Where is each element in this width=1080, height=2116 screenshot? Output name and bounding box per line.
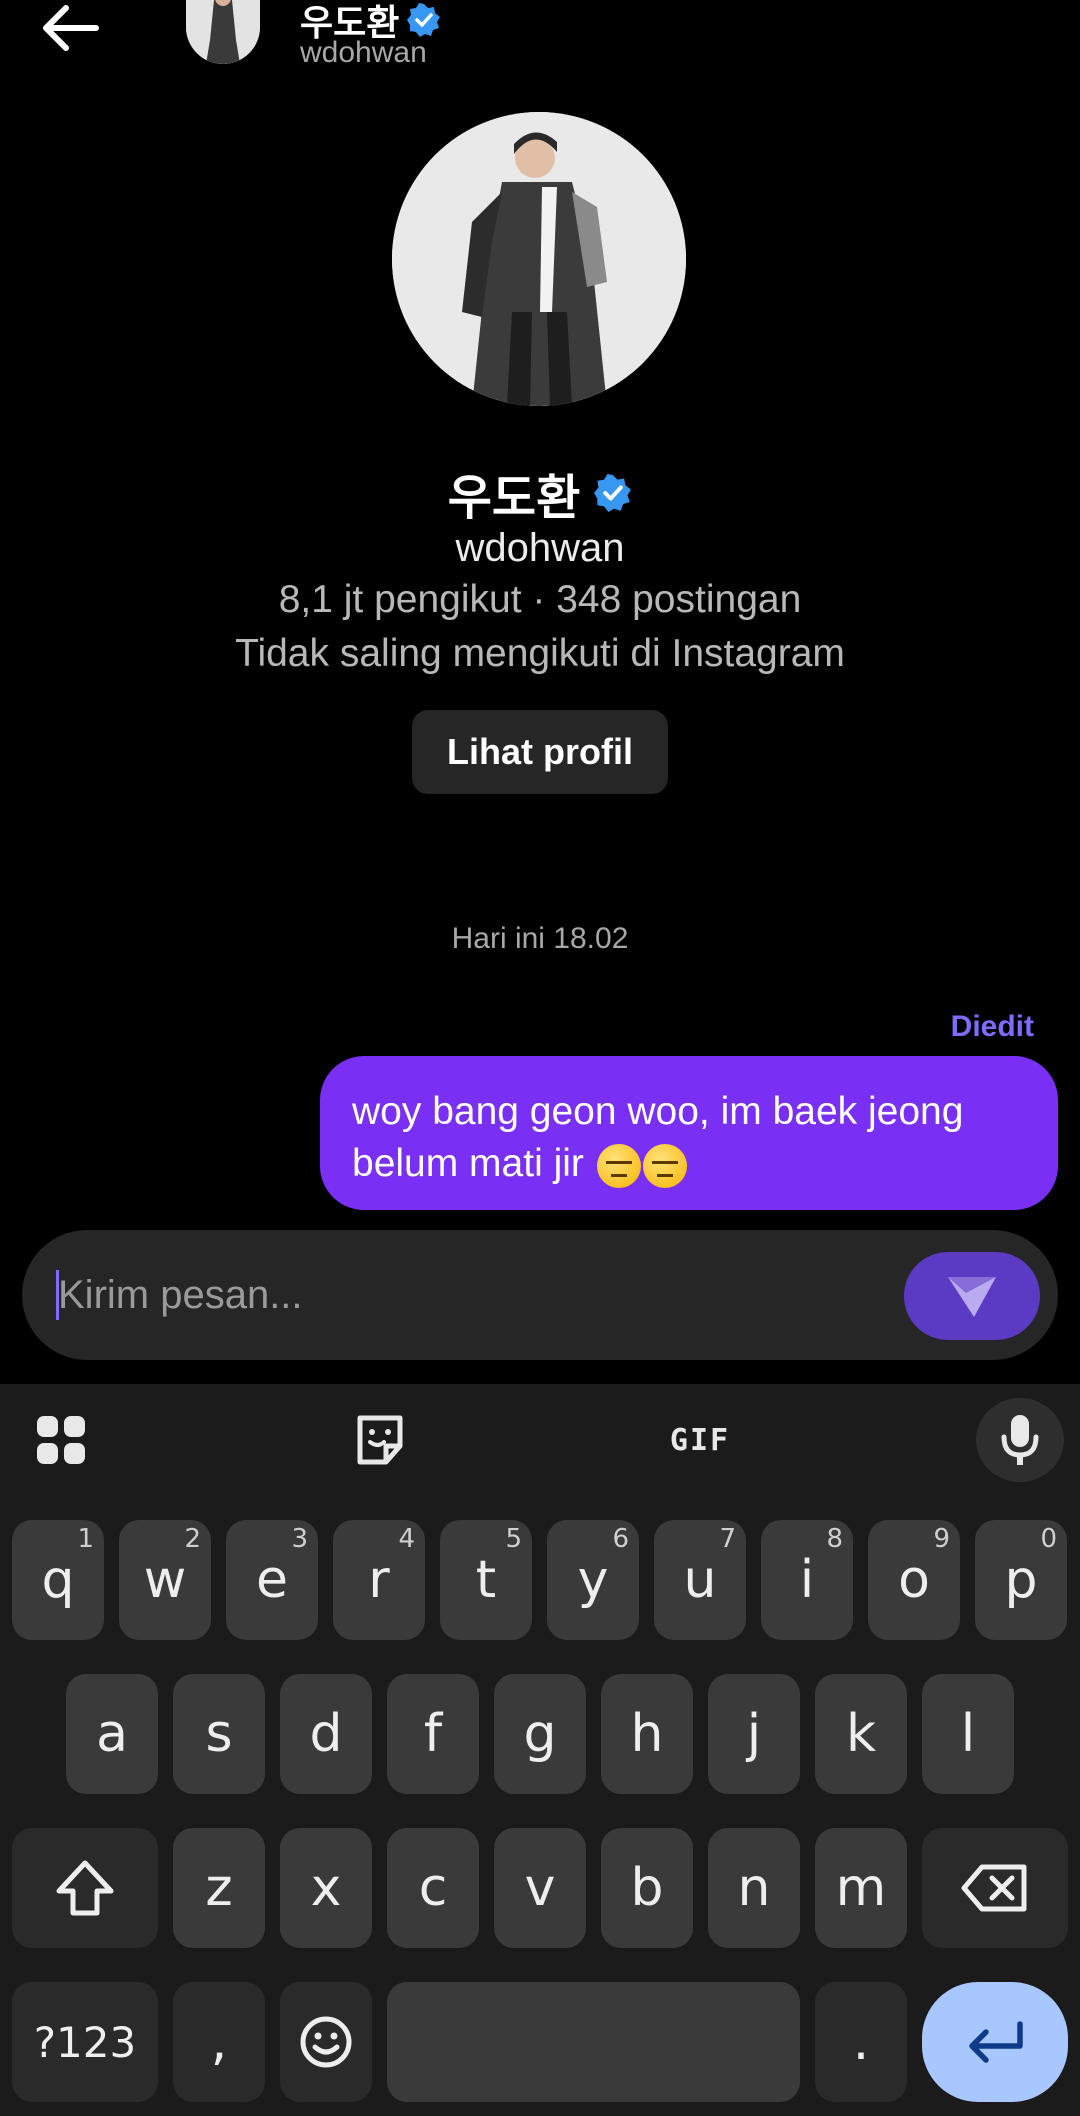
on-screen-keyboard: GIF q1 w2 e3 r4 t5 y6 u7 i8 o9 p0 a s d … bbox=[0, 1384, 1080, 2116]
profile-stats: 8,1 jt pengikut · 348 postingan bbox=[278, 578, 802, 621]
message-input[interactable] bbox=[58, 1264, 878, 1326]
profile-name: 우도환 bbox=[447, 470, 581, 526]
period-key[interactable]: . bbox=[815, 1982, 907, 2102]
space-bar[interactable] bbox=[387, 1982, 800, 2102]
edited-label[interactable]: Diedit bbox=[951, 1010, 1034, 1044]
enter-arrow-icon bbox=[969, 2021, 1023, 2063]
chat-header: 우도환 wdohwan bbox=[0, 0, 1080, 80]
back-arrow-icon bbox=[43, 5, 99, 51]
voice-input-button[interactable] bbox=[976, 1398, 1064, 1482]
key-p[interactable]: p0 bbox=[975, 1520, 1067, 1640]
apps-grid-icon bbox=[37, 1416, 85, 1464]
sticker-button[interactable] bbox=[344, 1398, 416, 1482]
key-m[interactable]: m bbox=[815, 1828, 907, 1948]
key-u[interactable]: u7 bbox=[654, 1520, 746, 1640]
key-x[interactable]: x bbox=[280, 1828, 372, 1948]
symbols-key[interactable]: ?123 bbox=[12, 1982, 158, 2102]
key-c[interactable]: c bbox=[387, 1828, 479, 1948]
gif-button[interactable]: GIF bbox=[650, 1398, 750, 1482]
microphone-icon bbox=[1001, 1415, 1039, 1465]
gif-label: GIF bbox=[669, 1422, 731, 1458]
key-s[interactable]: s bbox=[173, 1674, 265, 1794]
key-t[interactable]: t5 bbox=[440, 1520, 532, 1640]
send-icon bbox=[948, 1277, 996, 1317]
key-h[interactable]: h bbox=[601, 1674, 693, 1794]
comma-key[interactable]: , bbox=[173, 1982, 265, 2102]
key-l[interactable]: l bbox=[922, 1674, 1014, 1794]
shift-key[interactable] bbox=[12, 1828, 158, 1948]
key-f[interactable]: f bbox=[387, 1674, 479, 1794]
key-b[interactable]: b bbox=[601, 1828, 693, 1948]
header-avatar[interactable] bbox=[186, 0, 260, 64]
shift-arrow-icon bbox=[56, 1860, 114, 1916]
sticker-icon bbox=[357, 1415, 403, 1465]
key-d[interactable]: d bbox=[280, 1674, 372, 1794]
key-z[interactable]: z bbox=[173, 1828, 265, 1948]
profile-name-row: 우도환 bbox=[0, 458, 1080, 528]
mutual-follow-status: Tidak saling mengikuti di Instagram bbox=[235, 632, 845, 675]
key-v[interactable]: v bbox=[494, 1828, 586, 1948]
enter-key[interactable] bbox=[922, 1982, 1068, 2102]
verified-badge-icon bbox=[407, 3, 441, 37]
smiley-icon bbox=[300, 2016, 352, 2068]
downcast-sweat-emoji-icon bbox=[596, 1143, 641, 1188]
back-button[interactable] bbox=[38, 0, 108, 56]
backspace-key[interactable] bbox=[922, 1828, 1068, 1948]
apps-grid-button[interactable] bbox=[26, 1398, 96, 1482]
key-j[interactable]: j bbox=[708, 1674, 800, 1794]
key-y[interactable]: y6 bbox=[547, 1520, 639, 1640]
key-r[interactable]: r4 bbox=[333, 1520, 425, 1640]
key-i[interactable]: i8 bbox=[761, 1520, 853, 1640]
keyboard-toolbar: GIF bbox=[0, 1384, 1080, 1496]
key-k[interactable]: k bbox=[815, 1674, 907, 1794]
header-username: wdohwan bbox=[300, 36, 427, 69]
key-o[interactable]: o9 bbox=[868, 1520, 960, 1640]
key-w[interactable]: w2 bbox=[119, 1520, 211, 1640]
profile-avatar[interactable] bbox=[392, 112, 686, 406]
backspace-icon bbox=[961, 1864, 1027, 1912]
profile-username: wdohwan bbox=[455, 526, 625, 570]
sent-message-bubble[interactable]: woy bang geon woo, im baek jeong belum m… bbox=[320, 1056, 1058, 1210]
key-g[interactable]: g bbox=[494, 1674, 586, 1794]
send-button[interactable] bbox=[904, 1252, 1040, 1340]
downcast-sweat-emoji-icon bbox=[642, 1143, 687, 1188]
key-n[interactable]: n bbox=[708, 1828, 800, 1948]
key-a[interactable]: a bbox=[66, 1674, 158, 1794]
key-e[interactable]: e3 bbox=[226, 1520, 318, 1640]
view-profile-button[interactable]: Lihat profil bbox=[412, 710, 668, 794]
emoji-key[interactable] bbox=[280, 1982, 372, 2102]
message-composer bbox=[22, 1230, 1058, 1360]
key-q[interactable]: q1 bbox=[12, 1520, 104, 1640]
verified-badge-icon bbox=[594, 474, 632, 512]
message-timestamp: Hari ini 18.02 bbox=[451, 922, 629, 955]
